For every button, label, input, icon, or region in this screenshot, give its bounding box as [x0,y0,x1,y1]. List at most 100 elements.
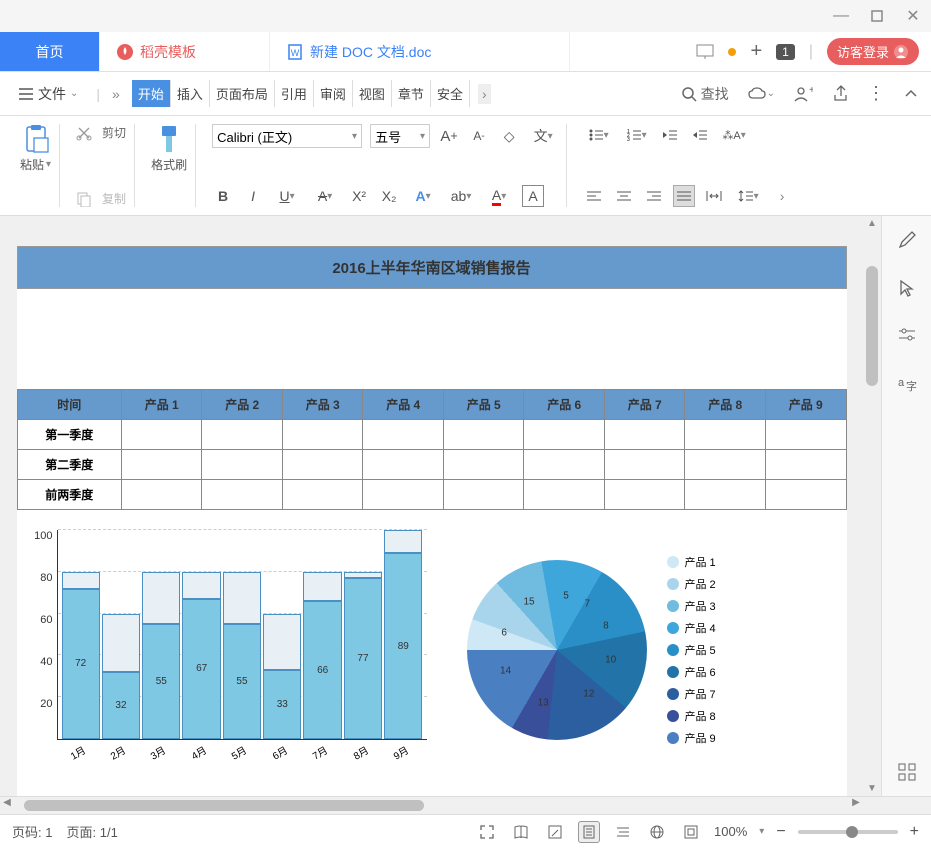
login-button[interactable]: 访客登录 [827,38,919,65]
bold-button[interactable]: B [212,185,234,207]
paste-icon [22,124,50,154]
more-right-icon[interactable]: › [478,84,491,104]
tab-document[interactable]: W 新建 DOC 文档.doc [270,32,570,71]
translate-icon[interactable]: a字 [895,372,919,396]
ribbon-tab-review[interactable]: 审阅 [314,80,353,107]
vertical-scrollbar[interactable]: ▲ ▼ [863,216,881,796]
ribbon-tab-chapter[interactable]: 章节 [392,80,431,107]
paste-label: 粘贴 [20,156,44,173]
display-icon[interactable] [696,44,714,60]
text-effect-button[interactable]: A▾ [408,185,438,207]
superscript-button[interactable]: X² [348,185,370,207]
tab-home[interactable]: 首页 [0,32,100,71]
cloud-button[interactable]: ⌄ [747,86,775,102]
zoom-out-button[interactable]: − [776,823,785,841]
table-header: 产品 8 [685,390,766,420]
font-size-select[interactable]: 五号▾ [370,124,430,148]
window-count-badge[interactable]: 1 [776,44,795,60]
minimize-button[interactable]: — [833,8,849,24]
char-border-button[interactable]: A [522,185,544,207]
align-right-button[interactable] [643,185,665,207]
side-panel: a字 [881,216,931,796]
ribbon-tab-start[interactable]: 开始 [132,80,171,107]
web-view-icon[interactable] [646,821,668,843]
copy-icon [76,191,92,207]
align-justify-button[interactable] [673,185,695,207]
collapse-ribbon-icon[interactable] [903,86,919,102]
underline-button[interactable]: U▾ [272,185,302,207]
decrease-indent-button[interactable] [659,124,681,146]
ribbon-tab-layout[interactable]: 页面布局 [210,80,275,107]
bullets-button[interactable]: ▾ [583,124,613,146]
table-header: 产品 7 [604,390,685,420]
font-color-button[interactable]: A▾ [484,185,514,207]
phonetic-button[interactable]: 文▾ [528,125,558,147]
vertical-scroll-thumb[interactable] [866,266,878,386]
cut-button[interactable]: 剪切 [76,124,126,141]
page-number: 页码: 1 [12,822,52,841]
table-header: 产品 2 [202,390,283,420]
close-button[interactable]: ✕ [905,8,921,24]
copy-button[interactable]: 复制 [76,190,126,207]
horizontal-scroll-thumb[interactable] [24,800,424,811]
search-button[interactable]: 查找 [681,84,729,104]
ribbon-tabs: 开始 插入 页面布局 引用 审阅 视图 章节 安全 [132,80,470,107]
italic-button[interactable]: I [242,185,264,207]
settings-sliders-icon[interactable] [895,324,919,348]
reading-view-icon[interactable] [510,821,532,843]
legend-item: 产品 1 [667,554,716,570]
file-menu[interactable]: 文件 ⌄ [12,80,84,108]
document-viewport[interactable]: 2016上半年华南区域销售报告 时间产品 1产品 2产品 3产品 4产品 5产品… [0,216,863,796]
ribbon-toolbar: 粘贴▾ 剪切 复制 格式刷 Calibri (正文)▾ 五号▾ A+ A- ◇ … [0,116,931,216]
pencil-tool-icon[interactable] [895,228,919,252]
share-icon[interactable] [831,85,849,103]
document-area: 2016上半年华南区域销售报告 时间产品 1产品 2产品 3产品 4产品 5产品… [0,216,931,796]
edit-view-icon[interactable] [544,821,566,843]
zoom-slider[interactable] [798,830,898,834]
select-tool-icon[interactable] [895,276,919,300]
maximize-button[interactable] [869,8,885,24]
grid-view-icon[interactable] [895,760,919,784]
horizontal-scrollbar[interactable]: ◀ ▶ [0,796,931,814]
font-select[interactable]: Calibri (正文)▾ [212,124,362,148]
numbering-button[interactable]: 123▾ [621,124,651,146]
increase-indent-button[interactable] [689,124,711,146]
page-view-icon[interactable] [578,821,600,843]
svg-text:3: 3 [627,137,630,142]
ribbon-tab-security[interactable]: 安全 [431,80,470,107]
ribbon-tab-view[interactable]: 视图 [353,80,392,107]
zoom-slider-knob[interactable] [846,826,858,838]
increase-font-icon[interactable]: A+ [438,125,460,147]
char-scale-button[interactable]: ⁂A▾ [719,124,749,146]
decrease-font-icon[interactable]: A- [468,125,490,147]
distribute-button[interactable] [703,185,725,207]
legend-item: 产品 6 [667,664,716,680]
zoom-value[interactable]: 100% [714,824,747,839]
focus-view-icon[interactable] [680,821,702,843]
ribbon-tab-insert[interactable]: 插入 [171,80,210,107]
fullscreen-icon[interactable] [476,821,498,843]
clear-format-icon[interactable]: ◇ [498,125,520,147]
format-painter-button[interactable]: 格式刷 [151,124,187,173]
paste-button[interactable]: 粘贴▾ [20,124,51,173]
tab-actions: + 1 | 访客登录 [684,32,931,71]
add-user-icon[interactable]: + [793,85,813,103]
table-header: 产品 1 [121,390,202,420]
line-spacing-button[interactable]: ▾ [733,185,763,207]
new-tab-button[interactable]: + [750,40,762,63]
more-para-icon[interactable]: › [771,185,793,207]
doc-icon: W [286,43,304,61]
subscript-button[interactable]: X₂ [378,185,400,207]
tab-templates[interactable]: 稻壳模板 [100,32,270,71]
zoom-in-button[interactable]: + [910,823,919,841]
search-label: 查找 [701,84,729,104]
more-menu-icon[interactable]: ⋮ [867,83,885,104]
align-left-button[interactable] [583,185,605,207]
align-center-button[interactable] [613,185,635,207]
more-left-icon[interactable]: » [112,86,120,102]
pie-chart: 57810121314615 [467,560,647,740]
ribbon-tab-references[interactable]: 引用 [275,80,314,107]
outline-view-icon[interactable] [612,821,634,843]
strikethrough-button[interactable]: A▾ [310,185,340,207]
highlight-button[interactable]: ab▾ [446,185,476,207]
